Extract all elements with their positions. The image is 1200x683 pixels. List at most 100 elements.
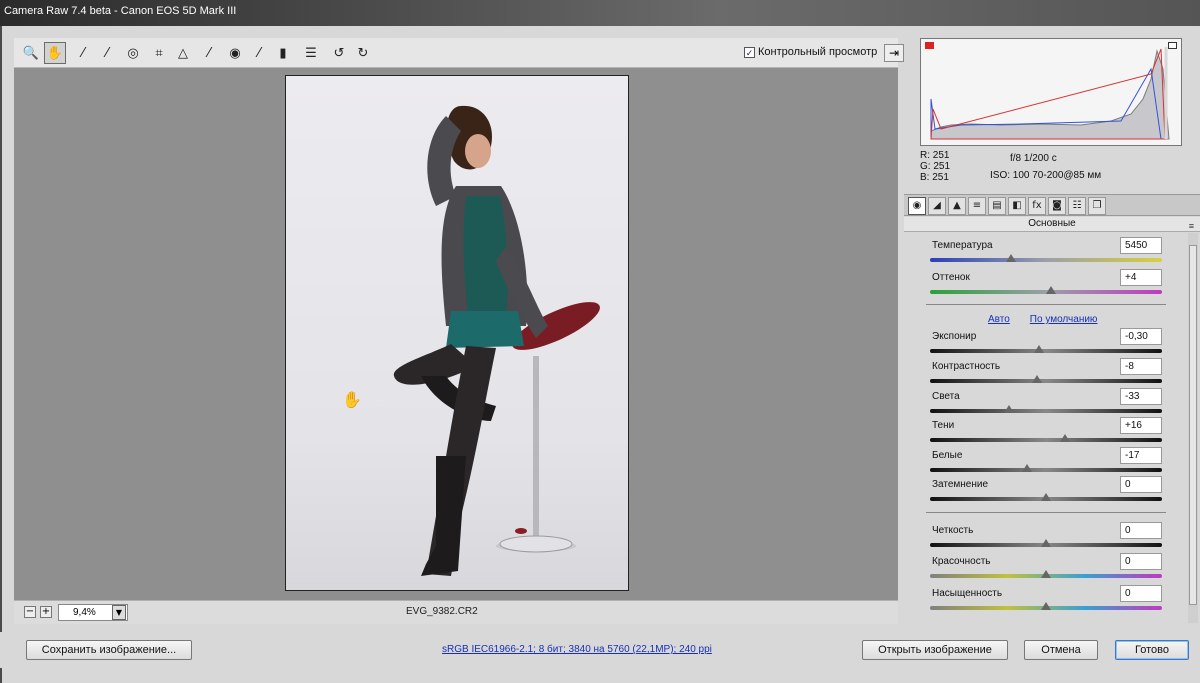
filename-label: EVG_9382.CR2: [406, 606, 478, 617]
hand-cursor-icon: ✋: [342, 390, 362, 409]
fullscreen-button[interactable]: ⇥: [884, 44, 904, 62]
vibrance-control: Красочность 0: [930, 553, 1162, 583]
auto-link[interactable]: Авто: [988, 314, 1010, 325]
scrollbar-thumb[interactable]: [1189, 245, 1197, 605]
targeted-adjustment-tool-icon[interactable]: ◎: [122, 42, 144, 64]
default-link[interactable]: По умолчанию: [1030, 314, 1098, 325]
blacks-value-field[interactable]: 0: [1120, 476, 1162, 493]
toolbar: 🔍 ✋ ⁄ ⁄ ◎ ⌗ △ ⁄ ◉ ⁄ ▮ ☰ ↺ ↻ ✓ Контрольный просмотр ⇥: [14, 38, 904, 68]
blacks-slider-thumb[interactable]: [1041, 493, 1051, 501]
tint-slider-thumb[interactable]: [1045, 286, 1056, 294]
g-value: G: 251: [920, 161, 951, 172]
highlights-control: Света -33: [930, 388, 1162, 418]
whites-control: Белые -17: [930, 447, 1162, 477]
temperature-slider-track[interactable]: [930, 258, 1162, 262]
highlights-value-field[interactable]: -33: [1120, 388, 1162, 405]
exposure-slider-thumb[interactable]: [1034, 345, 1045, 353]
histogram: [920, 38, 1182, 146]
panel-menu-icon[interactable]: ≡: [1189, 219, 1194, 233]
preview-checkbox[interactable]: ✓ Контрольный просмотр: [744, 46, 877, 58]
tab-basic[interactable]: ◉: [908, 197, 926, 215]
chevron-down-icon[interactable]: ▼: [112, 605, 126, 620]
zoom-in-button[interactable]: +: [40, 606, 52, 618]
tab-presets[interactable]: ☷: [1068, 197, 1086, 215]
blacks-label: Затемнение: [932, 479, 989, 490]
preferences-icon[interactable]: ☰: [300, 42, 322, 64]
photo-preview: [285, 75, 629, 591]
skirt: [446, 311, 524, 348]
saturation-value-field[interactable]: 0: [1120, 585, 1162, 602]
exposure-value-field[interactable]: -0,30: [1120, 328, 1162, 345]
temperature-slider-thumb[interactable]: [1006, 254, 1017, 262]
whites-slider-track[interactable]: [930, 468, 1162, 472]
tab-camera-calibration[interactable]: ◙: [1048, 197, 1066, 215]
contrast-slider-thumb[interactable]: [1031, 375, 1042, 383]
temperature-label: Температура: [932, 240, 993, 251]
tab-snapshots[interactable]: ❐: [1088, 197, 1106, 215]
save-image-button[interactable]: Сохранить изображение...: [26, 640, 192, 660]
rotate-right-icon[interactable]: ↻: [352, 42, 374, 64]
tab-hsl[interactable]: ≡: [968, 197, 986, 215]
exposure-slider-track[interactable]: [930, 349, 1162, 353]
zoom-tool-icon[interactable]: 🔍: [20, 42, 42, 64]
workflow-options-link[interactable]: sRGB IEC61966-2.1; 8 бит; 3840 на 5760 (…: [442, 644, 712, 655]
tint-value-field[interactable]: +4: [1120, 269, 1162, 286]
tint-control: Оттенок +4: [930, 269, 1162, 299]
temperature-value-field[interactable]: 5450: [1120, 237, 1162, 254]
b-value: B: 251: [920, 172, 949, 183]
rotate-left-icon[interactable]: ↺: [328, 42, 350, 64]
shadows-slider-track[interactable]: [930, 438, 1162, 442]
face: [465, 134, 491, 168]
clarity-value-field[interactable]: 0: [1120, 522, 1162, 539]
red-eye-tool-icon[interactable]: ◉: [224, 42, 246, 64]
graduated-filter-icon[interactable]: ▮: [272, 42, 294, 64]
contrast-slider-track[interactable]: [930, 379, 1162, 383]
hand-tool-icon[interactable]: ✋: [44, 42, 66, 64]
tab-effects[interactable]: fx: [1028, 197, 1046, 215]
vibrance-value-field[interactable]: 0: [1120, 553, 1162, 570]
saturation-slider-thumb[interactable]: [1041, 602, 1051, 610]
done-button[interactable]: Готово: [1115, 640, 1189, 660]
tab-lens-corrections[interactable]: ◧: [1008, 197, 1026, 215]
adjustment-brush-icon[interactable]: ⁄: [248, 42, 270, 64]
vibrance-label: Красочность: [932, 556, 991, 567]
tab-split-toning[interactable]: ▤: [988, 197, 1006, 215]
shadows-value-field[interactable]: +16: [1120, 417, 1162, 434]
zoom-out-button[interactable]: −: [24, 606, 36, 618]
histogram-luminance: [930, 49, 1170, 140]
tab-tone-curve[interactable]: ◢: [928, 197, 946, 215]
preview-label: Контрольный просмотр: [758, 46, 878, 58]
whites-value-field[interactable]: -17: [1120, 447, 1162, 464]
image-canvas[interactable]: ✋: [14, 68, 898, 600]
whites-slider-thumb[interactable]: [1022, 464, 1033, 472]
section-divider: [926, 512, 1166, 513]
clarity-label: Четкость: [932, 525, 974, 536]
checkbox-icon[interactable]: ✓: [744, 46, 755, 58]
saturation-label: Насыщенность: [932, 588, 1003, 599]
clarity-slider-thumb[interactable]: [1041, 539, 1051, 547]
color-sampler-tool-icon[interactable]: ⁄: [96, 42, 118, 64]
vibrance-slider-thumb[interactable]: [1041, 570, 1051, 578]
panel-scrollbar[interactable]: [1188, 233, 1198, 623]
blacks-control: Затемнение 0: [930, 476, 1162, 506]
footer-bar: Сохранить изображение... sRGB IEC61966-2…: [0, 632, 1200, 668]
title-bar: Camera Raw 7.4 beta - Canon EOS 5D Mark …: [0, 0, 1200, 26]
exif-aperture-shutter: f/8 1/200 с: [1010, 153, 1057, 164]
highlights-slider-track[interactable]: [930, 409, 1162, 413]
shadows-slider-thumb[interactable]: [1059, 434, 1070, 442]
temperature-control: Температура 5450: [930, 237, 1162, 267]
cancel-button[interactable]: Отмена: [1024, 640, 1098, 660]
spot-removal-tool-icon[interactable]: ⁄: [198, 42, 220, 64]
open-image-button[interactable]: Открыть изображение: [862, 640, 1008, 660]
shadows-label: Тени: [932, 420, 955, 431]
exposure-label: Экспонир: [932, 331, 977, 342]
contrast-value-field[interactable]: -8: [1120, 358, 1162, 375]
section-header: Основные ≡: [904, 217, 1200, 232]
standing-boot: [421, 456, 466, 576]
panel-tabs: ◉ ◢ ▲ ≡ ▤ ◧ fx ◙ ☷ ❐: [904, 194, 1200, 216]
tab-detail[interactable]: ▲: [948, 197, 966, 215]
straighten-tool-icon[interactable]: △: [172, 42, 194, 64]
white-balance-tool-icon[interactable]: ⁄: [72, 42, 94, 64]
crop-tool-icon[interactable]: ⌗: [148, 42, 170, 64]
highlights-slider-thumb[interactable]: [1003, 405, 1014, 413]
